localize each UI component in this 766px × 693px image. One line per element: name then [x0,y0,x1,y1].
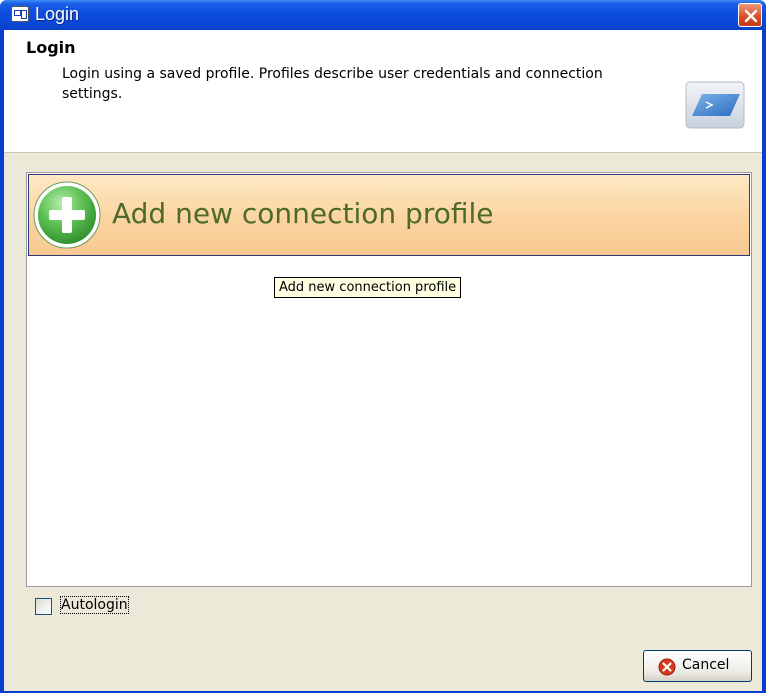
autologin-label[interactable]: Autologin [60,596,129,614]
connection-graphic-icon [684,80,746,130]
close-button[interactable] [738,3,762,27]
header-title: Login [26,38,76,57]
app-icon [11,6,29,22]
cancel-label: Cancel [682,657,730,673]
title-bar[interactable]: Login [0,0,766,30]
window-title: Login [35,4,80,24]
cancel-x-icon [658,658,676,676]
add-plus-icon[interactable] [32,180,102,250]
close-icon [744,9,758,23]
add-profile-tooltip: Add new connection profile [274,277,462,298]
cancel-button[interactable]: Cancel [643,650,752,682]
add-profile-label[interactable]: Add new connection profile [112,197,494,230]
autologin-checkbox[interactable] [35,598,52,615]
header-description: Login using a saved profile. Profiles de… [62,66,603,102]
